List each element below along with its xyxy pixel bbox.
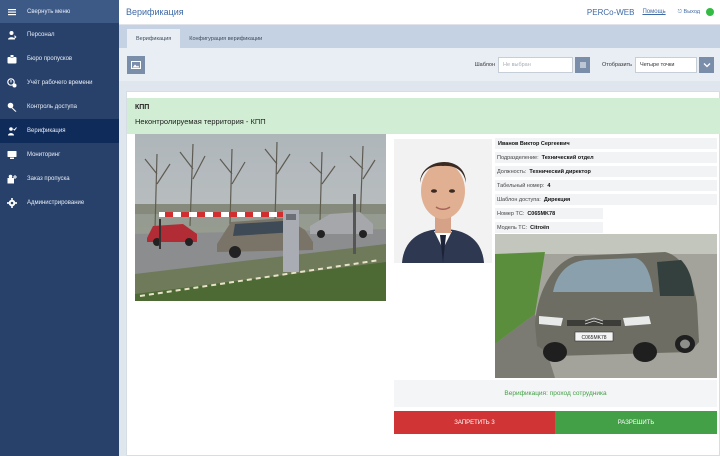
list-icon: [579, 62, 586, 67]
picture-button[interactable]: [127, 55, 145, 74]
employee-name: Иванов Виктор Сергеевич: [495, 138, 717, 149]
info-row-position: Должность: Технический директор: [495, 166, 717, 177]
vehicle-photo: C065MK78: [495, 234, 717, 378]
event-banner: КПП Неконтролируемая территория - КПП: [127, 98, 720, 134]
logout-label: Выход: [683, 8, 700, 15]
gear-icon: [6, 197, 18, 209]
deny-button[interactable]: ЗАПРЕТИТЬ 3: [394, 411, 555, 434]
monitor-icon: [6, 149, 18, 161]
header: Верификация PERCo-WEB Помощь ⎋ Выход: [119, 0, 720, 25]
sidebar-item-label: Мониторинг: [27, 152, 61, 158]
help-link[interactable]: Помощь: [642, 9, 665, 15]
info-row-access-template: Шаблон доступа: Дирекция: [495, 194, 717, 205]
sidebar-item-label: Бюро пропусков: [27, 56, 73, 62]
allow-button[interactable]: РАЗРЕШИТЬ: [555, 411, 717, 434]
verification-panel: КПП Неконтролируемая территория - КПП Ив…: [126, 91, 720, 456]
info-row-vehicle-number: Номер ТС: C065MK78: [495, 208, 603, 219]
info-row-personnel-number: Табельный номер: 4: [495, 180, 717, 191]
sidebar-item-label: Свернуть меню: [27, 8, 71, 15]
verification-status: Верификация: проход сотрудника: [394, 380, 717, 407]
order-icon: [6, 173, 18, 185]
display-label: Отобразить: [602, 61, 632, 68]
brand-name: PERCo-WEB: [586, 7, 635, 17]
sidebar-item-administration[interactable]: Администрирование: [0, 191, 119, 215]
template-select-button[interactable]: [575, 56, 591, 73]
sidebar-item-label: Верификация: [27, 128, 66, 134]
clock-icon: [6, 77, 18, 89]
employee-photo: [394, 139, 492, 263]
sidebar-item-label: Администрирование: [27, 200, 85, 206]
template-input[interactable]: Не выбран: [498, 56, 574, 73]
menu-icon: [6, 6, 18, 18]
sidebar-item-label: Заказ пропуска: [27, 176, 70, 182]
tab-verification[interactable]: Верификация: [127, 29, 181, 48]
sidebar-item-time-tracking[interactable]: Учёт рабочего времени: [0, 71, 119, 95]
sidebar-item-label: Контроль доступа: [27, 104, 77, 110]
sidebar-item-personnel[interactable]: Персонал: [0, 23, 119, 47]
display-dropdown-button[interactable]: [699, 56, 714, 73]
page-title: Верификация: [126, 7, 184, 17]
tab-verification-config[interactable]: Конфигурация верификации: [180, 29, 271, 48]
sidebar-item-pass-order[interactable]: Заказ пропуска: [0, 167, 119, 191]
display-select[interactable]: Четыре точки: [635, 56, 697, 73]
template-label: Шаблон: [474, 61, 496, 68]
person-icon: [6, 29, 18, 41]
sidebar-item-verification[interactable]: Верификация: [0, 119, 119, 143]
picture-icon: [131, 60, 141, 69]
camera-image: [135, 134, 386, 301]
plate-number: C065MK78: [581, 335, 606, 341]
sidebar-item-label: Учёт рабочего времени: [27, 80, 93, 86]
info-row-vehicle-model: Модель ТС: Citroën: [495, 222, 603, 233]
sidebar-item-label: Персонал: [27, 32, 55, 38]
connection-status-icon: [706, 8, 714, 16]
sidebar-item-collapse-menu[interactable]: Свернуть меню: [0, 0, 119, 23]
logout-link[interactable]: ⎋ Выход: [678, 9, 700, 16]
key-icon: [6, 101, 18, 113]
territory-name: Неконтролируемая территория - КПП: [135, 117, 266, 126]
sidebar-item-access-control[interactable]: Контроль доступа: [0, 95, 119, 119]
checkpoint-name: КПП: [135, 104, 150, 111]
sidebar-item-pass-office[interactable]: Бюро пропусков: [0, 47, 119, 71]
sidebar: Свернуть меню Персонал Бюро пропусков Уч…: [0, 0, 119, 456]
tab-bar: Верификация Конфигурация верификации: [119, 25, 720, 48]
verification-icon: [6, 125, 18, 137]
chevron-down-icon: [703, 62, 710, 67]
info-row-department: Подразделение: Технический отдел: [495, 152, 717, 163]
toolbar: Шаблон Не выбран Отобразить Четыре точки: [119, 48, 720, 81]
sidebar-item-monitoring[interactable]: Мониторинг: [0, 143, 119, 167]
badge-icon: [6, 53, 18, 65]
